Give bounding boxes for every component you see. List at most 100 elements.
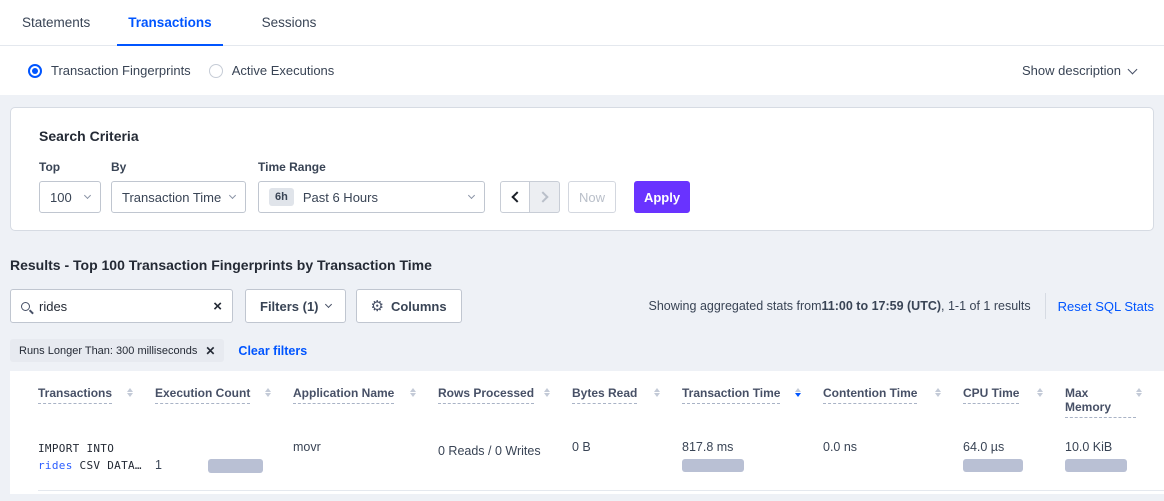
- chevron-down-icon: [324, 301, 331, 308]
- gear-icon: ⚙: [371, 297, 384, 315]
- sort-icon[interactable]: [265, 388, 271, 397]
- time-range-select[interactable]: 6h Past 6 Hours: [258, 181, 485, 213]
- top-select[interactable]: 100: [39, 181, 101, 213]
- cell-execution-count: 1: [155, 428, 293, 490]
- time-step-group: [500, 181, 560, 213]
- table-row: IMPORT INTO rides CSV DATA… 1 movr 0 Rea…: [38, 428, 1164, 491]
- stats-prefix: Showing aggregated stats from: [649, 299, 822, 313]
- bytes-read-value: 0 B: [572, 440, 591, 454]
- tab-transactions[interactable]: Transactions: [117, 0, 222, 45]
- transaction-time-value: 817.8 ms: [682, 440, 823, 454]
- transaction-time-bar: [682, 459, 744, 472]
- tab-statements[interactable]: Statements: [11, 0, 101, 45]
- time-range-field: Time Range 6h Past 6 Hours: [246, 160, 485, 213]
- sort-icon[interactable]: [1136, 388, 1142, 397]
- column-header-contention-time: Contention Time: [823, 371, 963, 418]
- transaction-fingerprint-link[interactable]: rides: [38, 459, 73, 472]
- column-header-execution-count: Execution Count: [155, 371, 293, 418]
- search-icon: [21, 302, 30, 311]
- previous-time-button[interactable]: [500, 181, 530, 213]
- table-header-row: Transactions Execution Count Application…: [38, 371, 1164, 418]
- radio-transaction-fingerprints[interactable]: Transaction Fingerprints: [28, 63, 191, 78]
- column-header-rows-processed: Rows Processed: [438, 371, 572, 418]
- now-button[interactable]: Now: [568, 181, 616, 213]
- sort-icon[interactable]: [654, 388, 660, 397]
- top-label: Top: [39, 160, 101, 174]
- filters-label: Filters (1): [260, 299, 319, 314]
- time-range-value: Past 6 Hours: [303, 190, 378, 205]
- execution-count-value: 1: [155, 458, 162, 472]
- cell-contention-time: 0.0 ns: [823, 428, 963, 490]
- radio-active-executions[interactable]: Active Executions: [209, 63, 335, 78]
- column-header-max-memory: Max Memory: [1065, 371, 1164, 418]
- chevron-down-icon: [229, 192, 236, 199]
- application-name-value: movr: [293, 440, 321, 454]
- cell-application-name: movr: [293, 428, 438, 490]
- cell-transaction-time: 817.8 ms: [682, 428, 823, 490]
- search-box: ×: [10, 289, 233, 323]
- top-value: 100: [50, 190, 72, 205]
- rows-processed-value: 0 Reads / 0 Writes: [438, 444, 541, 458]
- sort-icon[interactable]: [1037, 388, 1043, 397]
- cell-cpu-time: 64.0 µs: [963, 428, 1065, 490]
- show-description-toggle[interactable]: Show description: [1022, 63, 1136, 78]
- max-memory-value: 10.0 KiB: [1065, 440, 1164, 454]
- arrow-right-icon: [537, 191, 548, 202]
- show-description-label: Show description: [1022, 63, 1121, 78]
- execution-count-bar: [208, 459, 263, 473]
- active-filters-row: Runs Longer Than: 300 milliseconds ✕ Cle…: [10, 339, 1154, 362]
- column-header-application-name: Application Name: [293, 371, 438, 418]
- radio-label: Active Executions: [232, 63, 335, 78]
- radio-unselected-icon: [209, 64, 223, 78]
- aggregated-stats-text: Showing aggregated stats from 11:00 to 1…: [649, 299, 1031, 313]
- cell-rows-processed: 0 Reads / 0 Writes: [438, 428, 572, 490]
- top-tab-bar: Statements Transactions Sessions: [0, 0, 1164, 46]
- search-input[interactable]: [39, 299, 213, 314]
- reset-sql-stats-link[interactable]: Reset SQL Stats: [1058, 299, 1154, 314]
- stats-suffix: , 1-1 of 1 results: [941, 299, 1031, 313]
- filter-pill: Runs Longer Than: 300 milliseconds ✕: [10, 339, 224, 362]
- clear-filters-link[interactable]: Clear filters: [238, 344, 307, 358]
- search-criteria-title: Search Criteria: [39, 128, 1125, 144]
- sort-icon[interactable]: [935, 388, 941, 397]
- column-header-cpu-time: CPU Time: [963, 371, 1065, 418]
- chevron-down-icon: [1128, 64, 1138, 74]
- next-time-button[interactable]: [530, 181, 560, 213]
- apply-button[interactable]: Apply: [634, 181, 690, 213]
- clear-search-icon[interactable]: ×: [213, 299, 222, 314]
- column-header-transactions: Transactions: [38, 371, 155, 418]
- cell-bytes-read: 0 B: [572, 428, 682, 490]
- transaction-line2: rides CSV DATA…: [38, 457, 155, 474]
- time-range-badge: 6h: [269, 188, 294, 206]
- column-header-bytes-read: Bytes Read: [572, 371, 682, 418]
- columns-label: Columns: [391, 299, 447, 314]
- tab-sessions[interactable]: Sessions: [251, 0, 328, 45]
- contention-time-value: 0.0 ns: [823, 440, 857, 454]
- filter-pill-label: Runs Longer Than: 300 milliseconds: [19, 345, 197, 357]
- sort-icon[interactable]: [127, 388, 133, 397]
- time-range-label: Time Range: [258, 160, 485, 174]
- cell-max-memory: 10.0 KiB: [1065, 428, 1164, 490]
- cpu-time-bar: [963, 459, 1023, 472]
- results-title: Results - Top 100 Transaction Fingerprin…: [10, 257, 1154, 273]
- radio-label: Transaction Fingerprints: [51, 63, 191, 78]
- by-value: Transaction Time: [122, 190, 221, 205]
- max-memory-bar: [1065, 459, 1127, 472]
- column-header-transaction-time: Transaction Time: [682, 371, 823, 418]
- sort-icon[interactable]: [544, 388, 550, 397]
- sort-icon[interactable]: [410, 388, 416, 397]
- filters-button[interactable]: Filters (1): [245, 289, 346, 323]
- sort-icon-active-desc[interactable]: [795, 388, 801, 397]
- view-toggle-band: Transaction Fingerprints Active Executio…: [0, 46, 1164, 95]
- by-select[interactable]: Transaction Time: [111, 181, 246, 213]
- chevron-down-icon: [468, 192, 475, 199]
- columns-button[interactable]: ⚙ Columns: [356, 289, 462, 323]
- remove-filter-icon[interactable]: ✕: [205, 344, 215, 358]
- cell-transaction-statement[interactable]: IMPORT INTO rides CSV DATA…: [38, 428, 155, 490]
- results-table: Transactions Execution Count Application…: [10, 371, 1164, 494]
- transaction-line1: IMPORT INTO: [38, 440, 155, 457]
- stats-range: 11:00 to 17:59 (UTC): [822, 299, 941, 313]
- radio-selected-icon: [28, 64, 42, 78]
- search-criteria-card: Search Criteria Top 100 By Transaction T…: [10, 107, 1154, 231]
- by-label: By: [111, 160, 246, 174]
